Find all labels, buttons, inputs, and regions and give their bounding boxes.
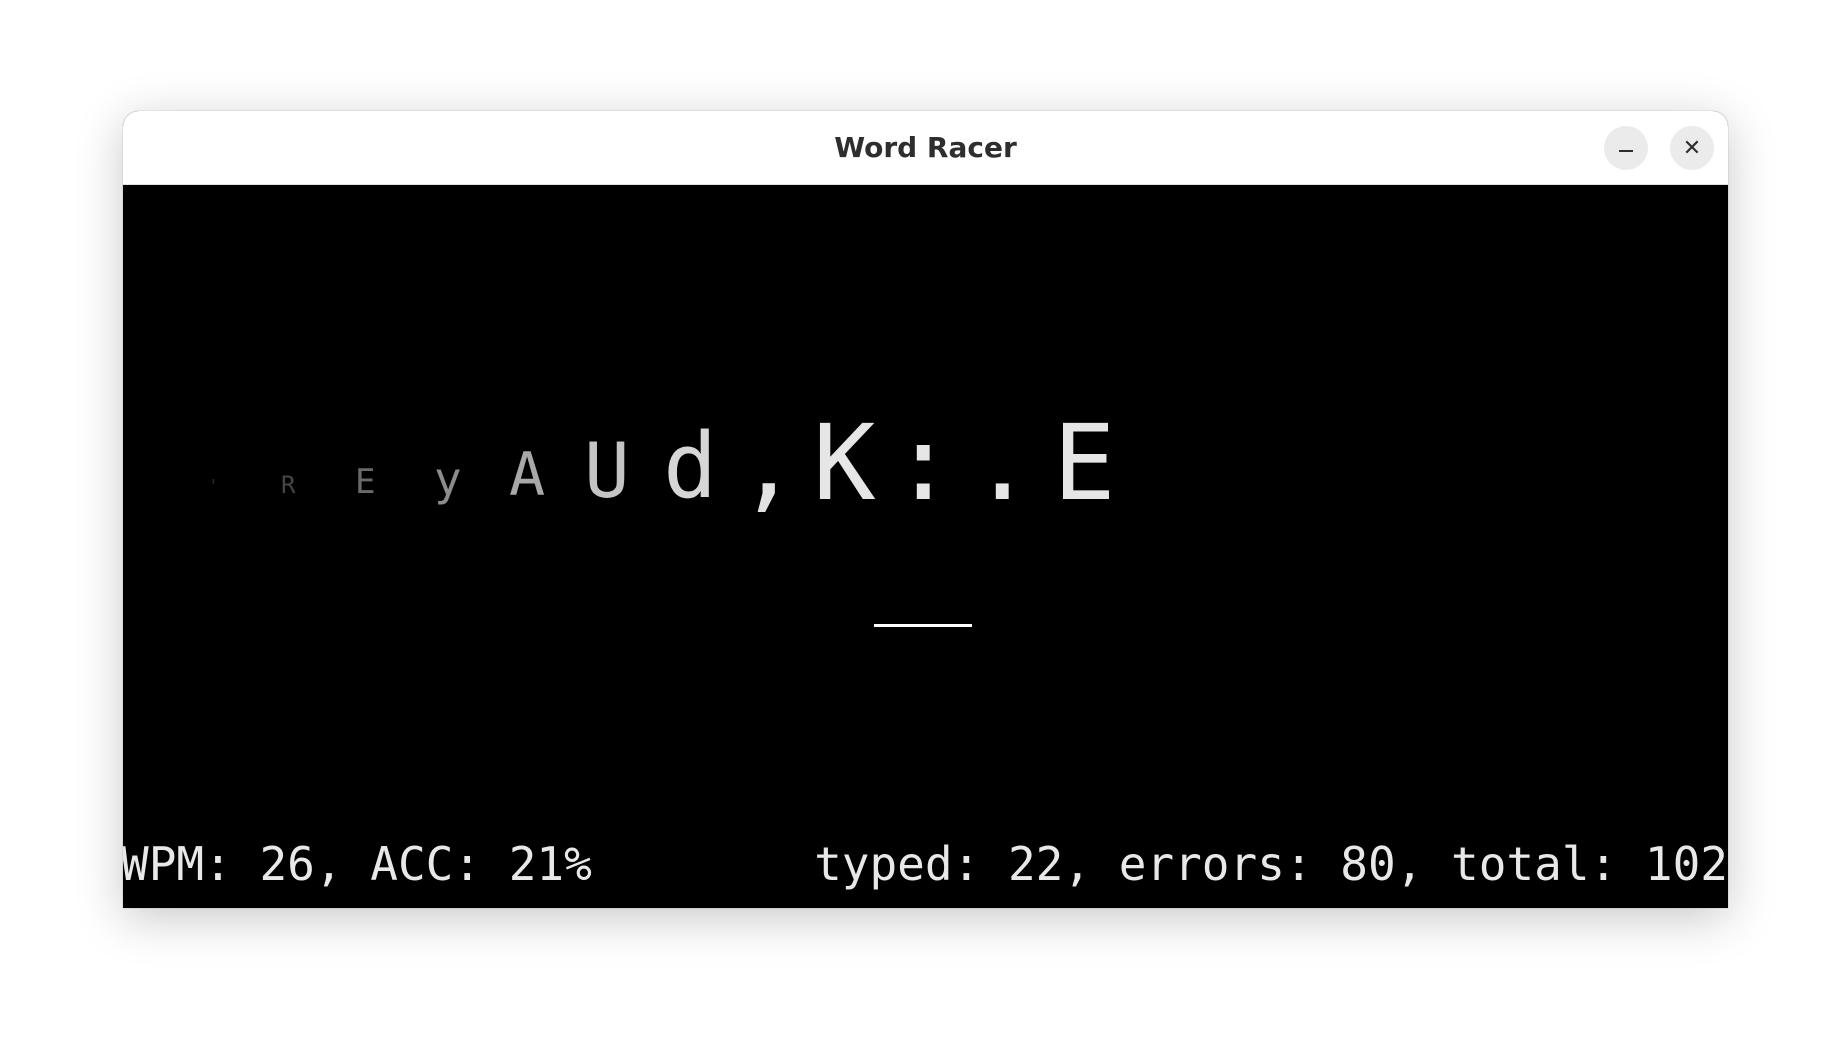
stream-letter: R <box>281 471 296 500</box>
stream-letter: d <box>663 413 718 519</box>
stream-letter: K <box>813 401 876 524</box>
stream-letter: U <box>584 425 630 515</box>
window-title: Word Racer <box>834 131 1017 164</box>
close-button[interactable]: ✕ <box>1670 126 1714 170</box>
game-canvas[interactable]: ' R Ey A Ud, K:. E WPM: 26, ACC: 21% typed: 22… <box>123 185 1728 908</box>
stream-letter: , <box>738 405 799 522</box>
stream-letter: . <box>971 401 1034 524</box>
app-window: Word Racer ✕ ' R Ey A Ud, K:. E WPM: 26, ACC: … <box>123 111 1728 908</box>
minimize-icon <box>1619 150 1633 152</box>
stats-wpm-accuracy: WPM: 26, ACC: 21% <box>123 837 592 891</box>
stream-letter: E <box>1053 401 1116 524</box>
stream-letter: A <box>509 440 546 511</box>
stream-letter: E <box>355 462 376 503</box>
stream-letter: : <box>892 401 955 524</box>
stream-letter: ' <box>208 475 219 497</box>
title-bar[interactable]: Word Racer ✕ <box>123 111 1728 185</box>
minimize-button[interactable] <box>1604 126 1648 170</box>
stats-typed-errors-total: typed: 22, errors: 80, total: 102 <box>814 837 1728 891</box>
stream-letter: y <box>434 452 462 507</box>
close-icon: ✕ <box>1682 135 1702 161</box>
input-cursor <box>874 624 972 627</box>
